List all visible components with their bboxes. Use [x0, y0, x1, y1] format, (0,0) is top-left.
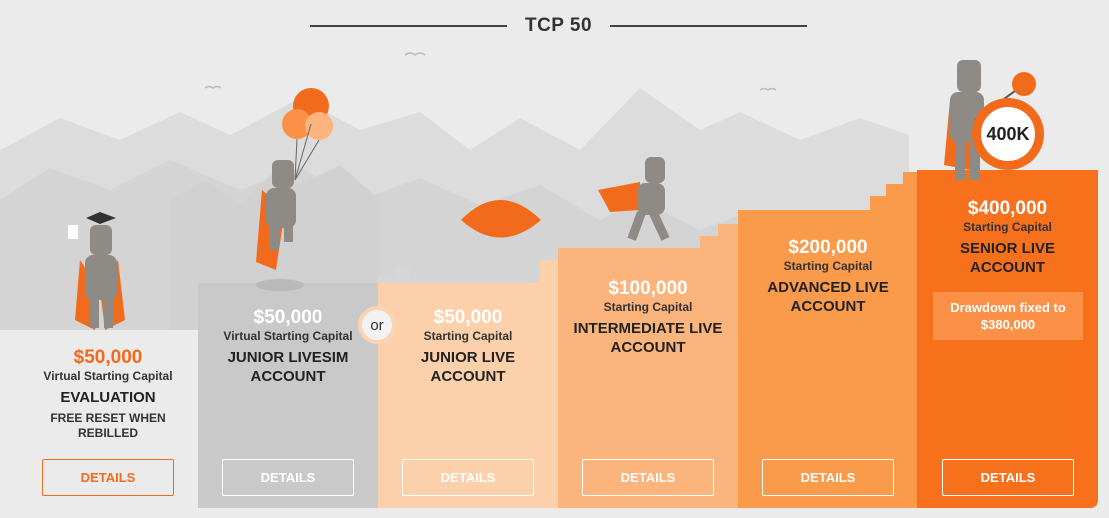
plan-amount: $50,000 [433, 307, 503, 328]
plan-amount: $400,000 [967, 198, 1048, 219]
details-button-junior-livesim[interactable]: DETAILS [222, 459, 354, 496]
plan-subtitle: Starting Capital [423, 329, 513, 343]
plan-name: INTERMEDIATE LIVE ACCOUNT [573, 320, 723, 356]
details-button-senior-live[interactable]: DETAILS [942, 459, 1074, 496]
plan-name: ADVANCED LIVE ACCOUNT [767, 279, 889, 315]
page-title: TCP 50 [524, 15, 593, 36]
title-line-right [610, 25, 808, 27]
plan-name: SENIOR LIVE ACCOUNT [959, 240, 1056, 276]
pricing-stage: TCP 50 400K $50,000 Virtual Starting Cap… [0, 0, 1109, 518]
drawdown-note: Drawdown fixed to $380,000 [933, 292, 1083, 340]
details-button-advanced-live[interactable]: DETAILS [762, 459, 894, 496]
plan-subtitle: Virtual Starting Capital [43, 369, 173, 383]
plan-name: JUNIOR LIVE ACCOUNT [420, 349, 516, 385]
plan-subtitle: Starting Capital [783, 259, 873, 273]
plan-evaluation: $50,000 Virtual Starting Capital EVALUAT… [18, 347, 198, 441]
plan-subtitle: Starting Capital [603, 300, 693, 314]
plan-advanced-live: $200,000 Starting Capital ADVANCED LIVE … [738, 237, 918, 316]
tcp-header: TCP 50 [310, 12, 808, 40]
running-knight-icon [598, 157, 670, 241]
badge-400k: 400K [986, 123, 1030, 144]
details-button-evaluation[interactable]: DETAILS [42, 459, 174, 496]
plan-amount: $50,000 [253, 307, 323, 328]
details-button-junior-live[interactable]: DETAILS [402, 459, 534, 496]
plan-amount: $100,000 [608, 278, 688, 299]
plan-name: JUNIOR LIVESIM ACCOUNT [227, 349, 349, 385]
plan-amount: $50,000 [73, 347, 143, 368]
plan-extra: FREE RESET WHEN REBILLED [50, 411, 166, 440]
graduate-knight-icon [68, 212, 125, 330]
title-line-left [310, 25, 507, 27]
plan-name: EVALUATION [60, 389, 156, 406]
details-button-intermediate-live[interactable]: DETAILS [582, 459, 714, 496]
plan-junior-live: $50,000 Starting Capital JUNIOR LIVE ACC… [378, 307, 558, 386]
plan-junior-livesim: $50,000 Virtual Starting Capital JUNIOR … [198, 307, 378, 386]
plan-amount: $200,000 [788, 237, 868, 258]
plan-intermediate-live: $100,000 Starting Capital INTERMEDIATE L… [558, 278, 738, 357]
plan-senior-live: $400,000 Starting Capital SENIOR LIVE AC… [917, 198, 1098, 277]
balloon-knight-icon [256, 88, 333, 291]
plan-subtitle: Virtual Starting Capital [223, 329, 353, 343]
plan-subtitle: Starting Capital [963, 220, 1052, 234]
